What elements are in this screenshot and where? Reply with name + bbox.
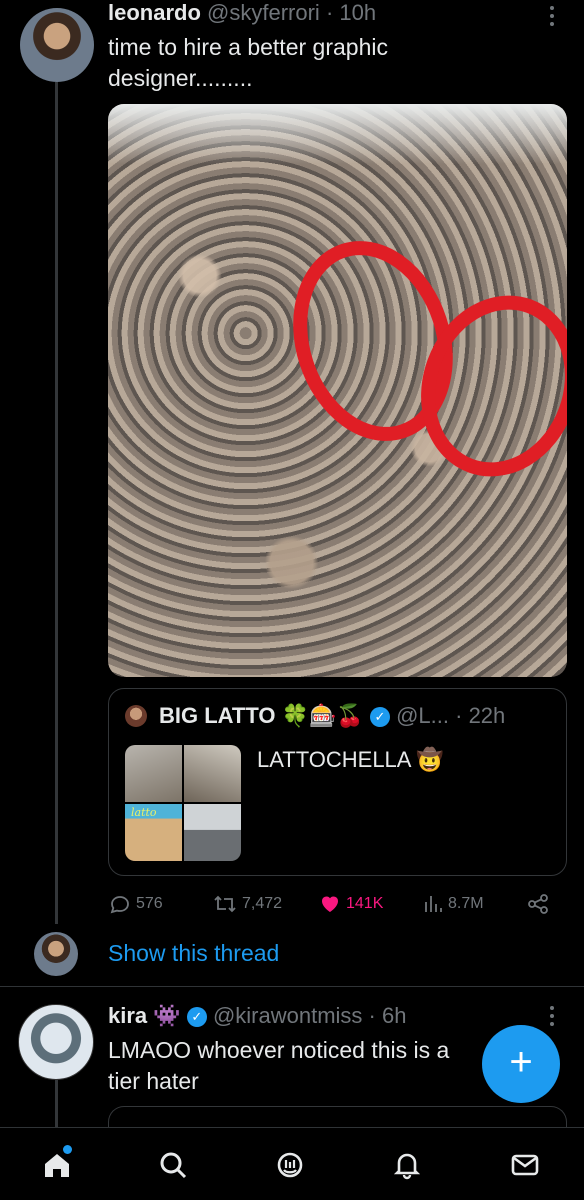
verified-badge-icon: ✓ xyxy=(186,1007,207,1028)
share-icon xyxy=(528,894,548,914)
quote-text: LATTOCHELLA 🤠 xyxy=(257,747,444,773)
grok-icon[interactable] xyxy=(273,1148,307,1182)
quote-text-body: LATTOCHELLA xyxy=(257,747,411,772)
timestamp[interactable]: 10h xyxy=(339,0,376,25)
quote-thumb xyxy=(184,745,241,802)
views-button[interactable]: 8.7M xyxy=(422,892,484,916)
tweet-photo[interactable] xyxy=(108,104,567,677)
quote-name-emojis: 🍀🎰🍒 xyxy=(281,703,364,728)
quote-media-grid: latto xyxy=(125,745,241,861)
notifications-icon[interactable] xyxy=(390,1148,424,1182)
separator: · xyxy=(455,703,463,728)
messages-icon[interactable] xyxy=(508,1148,542,1182)
separator: · xyxy=(368,1003,376,1028)
avatar[interactable] xyxy=(20,8,94,82)
tweet-text-line: LMAOO whoever noticed this is a xyxy=(108,1037,450,1063)
divider xyxy=(0,986,584,987)
views-icon xyxy=(425,896,442,912)
tweet-header: kira 👾 ✓ @kirawontmiss · 6h xyxy=(108,1003,406,1029)
name-emoji: 👾 xyxy=(153,1003,181,1028)
quote-display-name: BIG LATTO xyxy=(159,703,276,728)
thread-line xyxy=(55,82,58,924)
display-name[interactable]: leonardo xyxy=(108,0,201,25)
bottom-nav xyxy=(0,1127,584,1200)
repost-icon xyxy=(214,895,236,913)
thumb-label: latto xyxy=(131,806,157,819)
more-vertical-icon[interactable] xyxy=(548,4,556,34)
quote-timestamp: 22h xyxy=(468,703,506,728)
verified-badge-icon: ✓ xyxy=(369,707,390,728)
avatar[interactable] xyxy=(18,1004,94,1080)
timestamp[interactable]: 6h xyxy=(382,1003,406,1028)
reply-button[interactable]: 576 xyxy=(108,892,163,916)
quote-thumb: latto xyxy=(125,804,182,861)
show-thread-link[interactable]: Show this thread xyxy=(108,940,279,967)
plus-icon: + xyxy=(509,1040,533,1084)
tweet-text-line: tier hater xyxy=(108,1068,199,1094)
tweet-text: LMAOO whoever noticed this is a tier hat… xyxy=(108,1035,449,1097)
quote-handle: @L... xyxy=(396,703,449,728)
action-bar: 576 7,472 141K 8.7M xyxy=(108,892,568,920)
quote-header: BIG LATTO 🍀🎰🍒 ✓ @L... · 22h xyxy=(159,703,505,729)
handle[interactable]: @skyferrori xyxy=(207,0,320,25)
compose-button[interactable]: + xyxy=(482,1025,560,1103)
tweet-text-line: designer......... xyxy=(108,65,253,91)
view-count: 8.7M xyxy=(448,895,484,912)
handle[interactable]: @kirawontmiss xyxy=(213,1003,362,1028)
tweet-text: time to hire a better graphic designer..… xyxy=(108,32,388,94)
reply-count: 576 xyxy=(136,895,163,912)
separator: · xyxy=(325,0,334,25)
heart-icon xyxy=(322,896,338,912)
display-name[interactable]: kira xyxy=(108,1003,147,1028)
thread-line-2 xyxy=(55,1080,58,1127)
quote-avatar xyxy=(125,705,147,727)
share-button[interactable] xyxy=(526,892,550,916)
more-vertical-icon[interactable] xyxy=(548,1004,556,1034)
quoted-tweet[interactable]: BIG LATTO 🍀🎰🍒 ✓ @L... · 22h latto LATTOC… xyxy=(108,688,567,876)
quote-thumb xyxy=(184,804,241,861)
cowboy-emoji: 🤠 xyxy=(416,747,444,772)
notification-dot xyxy=(63,1145,72,1154)
thread-avatar[interactable] xyxy=(34,932,78,976)
repost-button[interactable]: 7,472 xyxy=(212,892,282,916)
like-button[interactable]: 141K xyxy=(318,892,383,916)
repost-count: 7,472 xyxy=(242,895,283,912)
quote-thumb xyxy=(125,745,182,802)
search-icon[interactable] xyxy=(156,1148,190,1182)
like-count: 141K xyxy=(346,895,384,912)
tweet-header: leonardo @skyferrori · 10h xyxy=(108,0,376,26)
red-circles-annotation xyxy=(293,241,567,477)
tweet-text-line: time to hire a better graphic xyxy=(108,34,388,60)
reply-icon xyxy=(110,896,129,914)
